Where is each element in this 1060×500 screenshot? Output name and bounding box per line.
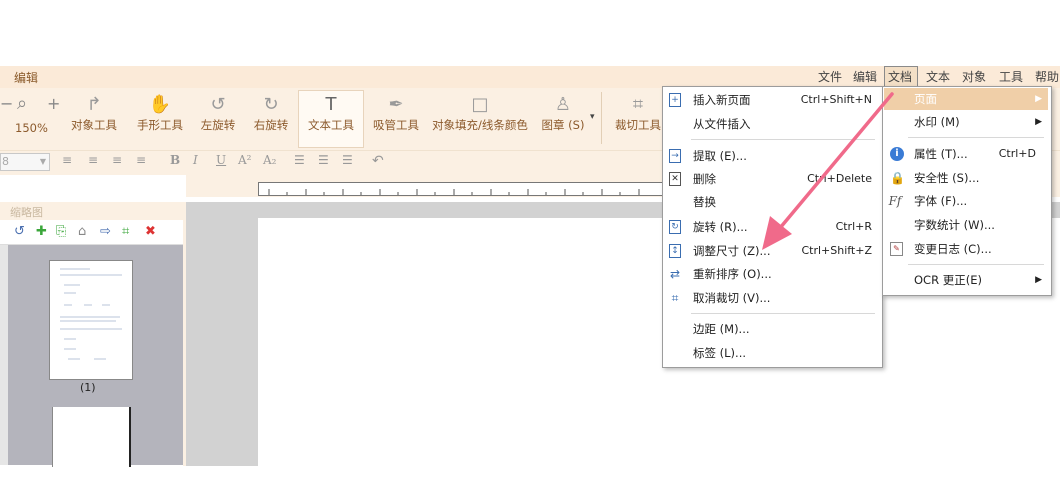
rotate-right-icon: ↻	[263, 94, 279, 115]
submenu-item-changelog[interactable]: ✎ 变更日志 (C)...	[884, 239, 1048, 259]
align-left-icon[interactable]: ≡	[62, 153, 72, 167]
menu-edit[interactable]: 编辑	[853, 68, 877, 85]
menu-item-reorder[interactable]: ⇄ 重新排序 (O)...	[663, 264, 882, 284]
submenu-item-fonts[interactable]: Ff 字体 (F)...	[884, 191, 1048, 211]
submenu-item-properties[interactable]: i 属性 (T)... Ctrl+D	[884, 144, 1048, 164]
zoom-level[interactable]: 150%	[15, 121, 48, 135]
font-size-select[interactable]: 8 ▼	[0, 153, 50, 171]
crop-tool-button[interactable]: ⌗ 裁切工具	[612, 92, 664, 148]
object-tool-button[interactable]: ↱ 对象工具	[66, 92, 122, 148]
fill-color-icon: □	[471, 94, 489, 115]
text-tool-button[interactable]: T 文本工具	[300, 92, 362, 148]
list-icon[interactable]: ☰	[294, 153, 305, 167]
chevron-right-icon: ▶	[1035, 275, 1042, 285]
menu-item-margins[interactable]: 边距 (M)...	[663, 319, 882, 339]
outdent-icon[interactable]: ☰	[342, 153, 353, 167]
rotate-page-icon: ↻	[669, 220, 681, 234]
align-center-icon[interactable]: ≡	[88, 153, 98, 167]
zoom-out-button[interactable]: −	[0, 94, 13, 113]
submenu-item-watermark[interactable]: 水印 (M) ▶	[884, 112, 1048, 132]
indent-icon[interactable]: ☰	[318, 153, 329, 167]
subscript-button[interactable]: A₂	[263, 153, 276, 167]
submenu-item-ocr-correction[interactable]: OCR 更正(E) ▶	[884, 270, 1048, 290]
eyedropper-icon: ✒	[388, 94, 404, 115]
page-number-label: (1)	[80, 381, 96, 394]
extract-icon[interactable]: ⌂	[78, 224, 86, 239]
menu-tools[interactable]: 工具	[999, 68, 1023, 85]
menu-separator	[908, 264, 1044, 265]
align-right-icon[interactable]: ≡	[112, 153, 122, 167]
insert-page-icon[interactable]: ⎘	[56, 224, 66, 239]
stamp-icon: ♙	[554, 94, 572, 115]
page-thumbnail[interactable]	[49, 260, 133, 380]
rotate-left-icon: ↺	[210, 94, 226, 115]
annotation-arrow	[762, 92, 894, 250]
stamp-dropdown-icon[interactable]: ▾	[590, 112, 595, 122]
stamp-button[interactable]: ♙ 图章 (S)	[538, 92, 588, 148]
menu-text[interactable]: 文本	[926, 68, 950, 85]
menu-document[interactable]: 文档	[888, 68, 912, 85]
fill-color-button[interactable]: □ 对象填充/线条颜色	[432, 92, 528, 148]
uncrop-icon: ⌗	[671, 291, 679, 305]
menu-object[interactable]: 对象	[962, 68, 986, 85]
reorder-icon: ⇄	[669, 267, 681, 281]
zoom-in-button[interactable]: +	[47, 94, 60, 113]
menu-file[interactable]: 文件	[818, 68, 842, 85]
extract-icon: →	[669, 149, 681, 163]
crop-page-icon[interactable]: ⌗	[122, 224, 129, 239]
export-icon[interactable]: ⇨	[100, 224, 111, 239]
insert-page-icon: +	[669, 93, 681, 107]
underline-button[interactable]: U	[216, 153, 226, 167]
chevron-right-icon: ▶	[1035, 94, 1042, 104]
hand-icon: ✋	[148, 94, 172, 115]
delete-page-icon: ✕	[669, 172, 681, 186]
italic-button[interactable]: I	[193, 153, 198, 167]
rotate-right-button[interactable]: ↻ 右旋转	[249, 92, 293, 148]
toolbar-divider	[601, 92, 602, 144]
thumbnail-panel-header: 缩略图	[0, 202, 183, 220]
bold-button[interactable]: B	[170, 153, 180, 167]
page-thumbnail[interactable]	[52, 407, 131, 467]
rotate-page-icon[interactable]: ↺	[14, 224, 25, 239]
menu-help[interactable]: 帮助	[1035, 68, 1059, 85]
hand-tool-button[interactable]: ✋ 手形工具	[132, 92, 188, 148]
menu-separator	[908, 137, 1044, 138]
submenu-item-security[interactable]: 🔒 安全性 (S)...	[884, 168, 1048, 188]
menu-item-labels[interactable]: 标签 (L)...	[663, 343, 882, 363]
chevron-right-icon: ▶	[1035, 117, 1042, 127]
resize-icon: ↕	[669, 244, 681, 258]
delete-page-icon[interactable]: ✖	[145, 224, 156, 239]
cursor-icon: ↱	[86, 94, 102, 115]
crop-icon: ⌗	[632, 94, 644, 115]
add-page-icon[interactable]: ✚	[36, 224, 47, 239]
menu-separator	[691, 313, 875, 314]
undo-icon[interactable]: ↶	[372, 153, 384, 169]
app-title: 编辑	[14, 71, 39, 85]
panel-edge	[0, 245, 8, 465]
horizontal-ruler	[258, 182, 670, 196]
eyedropper-tool-button[interactable]: ✒ 吸管工具	[368, 92, 424, 148]
align-justify-icon[interactable]: ≡	[136, 153, 146, 167]
submenu-item-page[interactable]: 页面 ▶	[884, 89, 1048, 109]
menu-item-uncrop[interactable]: ⌗ 取消裁切 (V)...	[663, 288, 882, 308]
chevron-down-icon: ▼	[39, 157, 46, 166]
rotate-left-button[interactable]: ↺ 左旋转	[196, 92, 240, 148]
superscript-button[interactable]: A²	[238, 153, 251, 167]
text-tool-icon: T	[325, 94, 337, 115]
magnifier-icon[interactable]: ⌕	[17, 93, 27, 114]
submenu-item-word-count[interactable]: 字数统计 (W)...	[884, 215, 1048, 235]
